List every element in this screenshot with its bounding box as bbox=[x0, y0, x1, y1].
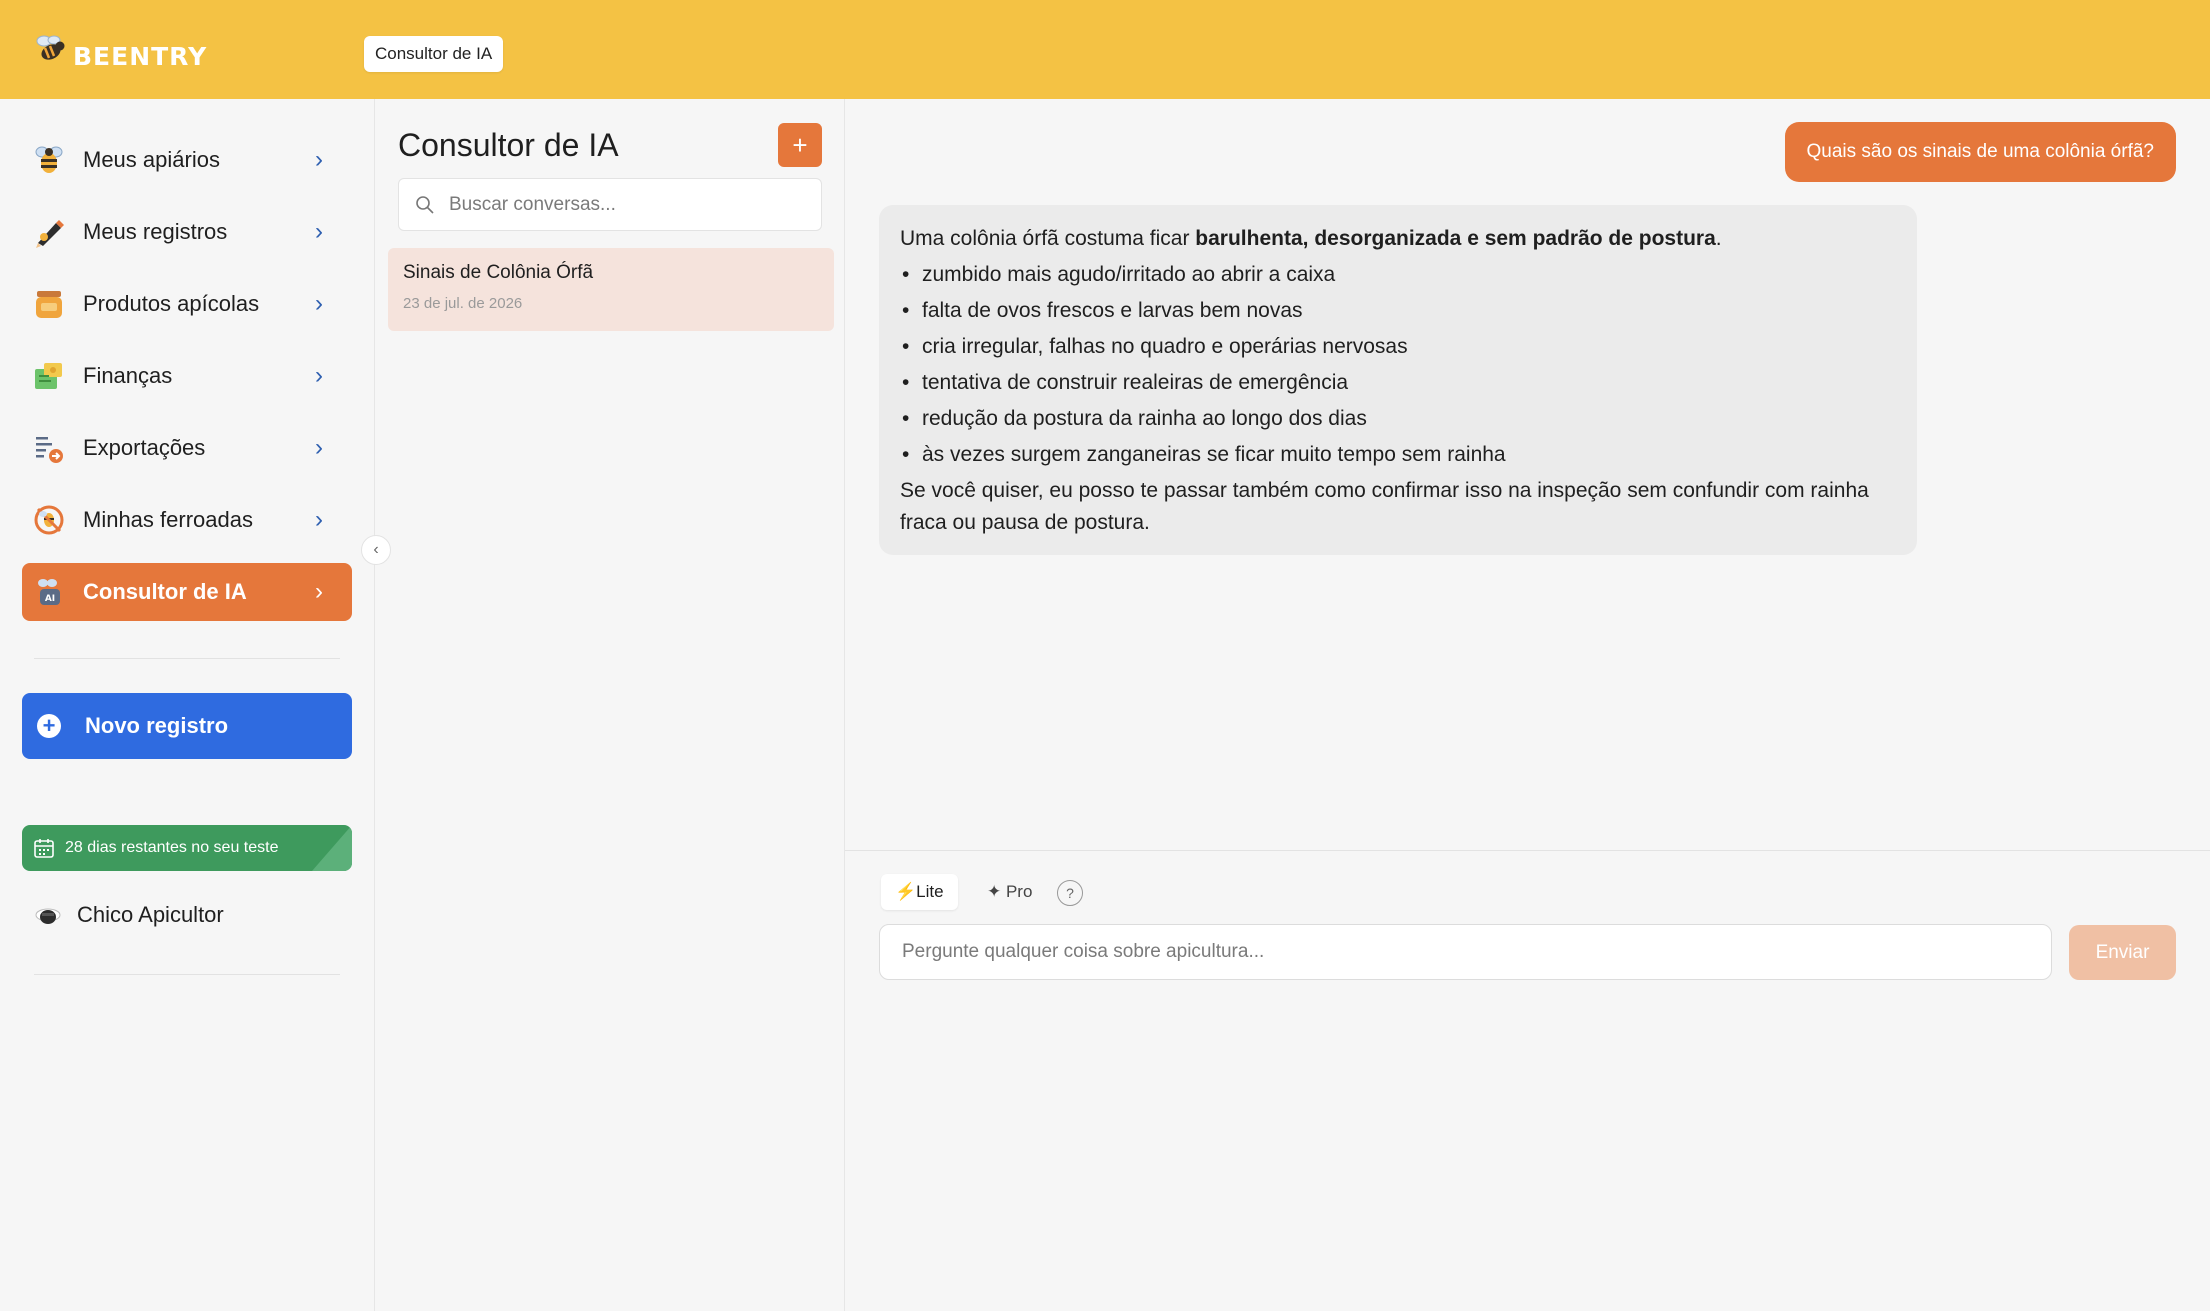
sidebar-item-label: Consultor de IA bbox=[83, 579, 247, 604]
bee-icon bbox=[32, 143, 66, 177]
sting-icon bbox=[32, 503, 66, 537]
trial-label: 28 dias restantes no seu teste bbox=[65, 839, 279, 856]
composer-divider bbox=[845, 850, 2210, 851]
conversations-panel: Consultor de IA + Sinais de Colônia Órfã… bbox=[375, 99, 845, 1311]
chevron-right-icon: › bbox=[315, 362, 323, 389]
export-document-icon bbox=[32, 431, 66, 465]
bullet-item: zumbido mais agudo/irritado ao abrir a c… bbox=[900, 257, 1896, 293]
sidebar-item-ai-advisor[interactable]: AI Consultor de IA › bbox=[22, 563, 352, 621]
sidebar-divider bbox=[34, 658, 340, 659]
mode-lite-toggle[interactable]: ⚡Lite bbox=[881, 874, 958, 910]
chat-area: Quais são os sinais de uma colônia órfã?… bbox=[845, 99, 2210, 1311]
top-header: BEENTRY Consultor de IA bbox=[0, 0, 2210, 99]
sidebar: Meus apiários › Meus registros › Produto… bbox=[0, 99, 375, 1311]
sidebar-item-apiaries[interactable]: Meus apiários › bbox=[22, 131, 352, 189]
calendar-icon bbox=[32, 836, 56, 860]
bullet-item: tentativa de construir realeiras de emer… bbox=[900, 365, 1896, 401]
intro-suffix: . bbox=[1715, 227, 1722, 250]
bullet-item: falta de ovos frescos e larvas bem novas bbox=[900, 293, 1896, 329]
send-button[interactable]: Enviar bbox=[2069, 925, 2176, 980]
beekeeper-avatar-icon bbox=[32, 899, 64, 931]
sidebar-item-finances[interactable]: Finanças › bbox=[22, 347, 352, 405]
chevron-right-icon: › bbox=[315, 434, 323, 461]
sidebar-item-label: Exportações bbox=[83, 435, 206, 460]
chevron-right-icon: › bbox=[315, 218, 323, 245]
chevron-left-icon: ‹ bbox=[373, 541, 379, 558]
sidebar-item-bee-products[interactable]: Produtos apícolas › bbox=[22, 275, 352, 333]
ai-advisor-icon: AI bbox=[32, 575, 66, 609]
new-record-label: Novo registro bbox=[85, 713, 229, 738]
user-message-bubble: Quais são os sinais de uma colônia órfã? bbox=[1784, 122, 2176, 182]
bullet-item: redução da postura da rainha ao longo do… bbox=[900, 401, 1896, 437]
conversation-date: 23 de jul. de 2026 bbox=[403, 295, 523, 312]
sidebar-divider bbox=[34, 974, 340, 975]
intro-text: Uma colônia órfã costuma ficar bbox=[900, 227, 1196, 250]
sparkle-icon: ✦ bbox=[987, 882, 1006, 901]
sidebar-item-label: Finanças bbox=[83, 363, 173, 388]
app-logo[interactable]: BEENTRY bbox=[32, 30, 207, 71]
sidebar-item-label: Meus apiários bbox=[83, 147, 220, 172]
intro-bold-text: barulhenta, desorganizada e sem padrão d… bbox=[1195, 227, 1716, 250]
ai-message-bubble: Uma colônia órfã costuma ficar barulhent… bbox=[879, 205, 1917, 555]
mode-pro-toggle[interactable]: ✦ Pro bbox=[983, 874, 1036, 910]
chat-input[interactable] bbox=[902, 941, 2022, 963]
conversation-title: Sinais de Colônia Órfã bbox=[403, 262, 594, 283]
new-conversation-button[interactable]: + bbox=[778, 123, 822, 167]
chevron-right-icon: › bbox=[315, 290, 323, 317]
help-button[interactable]: ? bbox=[1057, 880, 1083, 906]
svg-text:AI: AI bbox=[45, 594, 55, 604]
conversation-list-item[interactable]: Sinais de Colônia Órfã 23 de jul. de 202… bbox=[388, 248, 834, 331]
sidebar-item-label: Minhas ferroadas bbox=[83, 507, 253, 532]
ai-message-bullets: zumbido mais agudo/irritado ao abrir a c… bbox=[900, 257, 1896, 473]
chevron-right-icon: › bbox=[315, 578, 323, 605]
user-profile[interactable]: Chico Apicultor bbox=[32, 895, 224, 935]
conversation-search[interactable] bbox=[398, 178, 822, 231]
plus-circle-icon: + bbox=[37, 714, 61, 738]
chevron-right-icon: › bbox=[315, 146, 323, 173]
collapse-sidebar-button[interactable]: ‹ bbox=[361, 535, 391, 565]
bullet-item: cria irregular, falhas no quadro e operá… bbox=[900, 329, 1896, 365]
mode-pro-label: Pro bbox=[1005, 882, 1033, 901]
money-icon bbox=[32, 359, 66, 393]
user-name: Chico Apicultor bbox=[77, 902, 224, 927]
trial-decoration bbox=[312, 825, 352, 871]
logo-text: BEENTRY bbox=[73, 42, 208, 71]
ai-message-outro: Se você quiser, eu posso te passar també… bbox=[900, 479, 1869, 534]
lightning-icon: ⚡ bbox=[895, 882, 917, 901]
bee-logo-icon bbox=[32, 32, 70, 70]
sidebar-item-label: Meus registros bbox=[83, 219, 228, 244]
chat-input-box[interactable] bbox=[879, 924, 2052, 980]
honey-jar-icon bbox=[32, 287, 66, 321]
header-tab-ai-advisor[interactable]: Consultor de IA bbox=[364, 36, 504, 72]
ai-message-intro: Uma colônia órfã costuma ficar barulhent… bbox=[900, 221, 1896, 257]
chevron-right-icon: › bbox=[315, 506, 323, 533]
sidebar-item-exports[interactable]: Exportações › bbox=[22, 419, 352, 477]
panel-title: Consultor de IA bbox=[398, 127, 619, 163]
pen-icon bbox=[32, 215, 66, 249]
sidebar-item-records[interactable]: Meus registros › bbox=[22, 203, 352, 261]
trial-banner[interactable]: 28 dias restantes no seu teste bbox=[22, 825, 352, 871]
sidebar-item-label: Produtos apícolas bbox=[83, 291, 260, 316]
search-input[interactable] bbox=[449, 193, 809, 216]
bullet-item: às vezes surgem zanganeiras se ficar mui… bbox=[900, 437, 1896, 473]
mode-lite-label: Lite bbox=[916, 882, 944, 901]
sidebar-item-stings[interactable]: Minhas ferroadas › bbox=[22, 491, 352, 549]
new-record-button[interactable]: + Novo registro bbox=[22, 693, 352, 759]
search-icon bbox=[415, 195, 435, 215]
